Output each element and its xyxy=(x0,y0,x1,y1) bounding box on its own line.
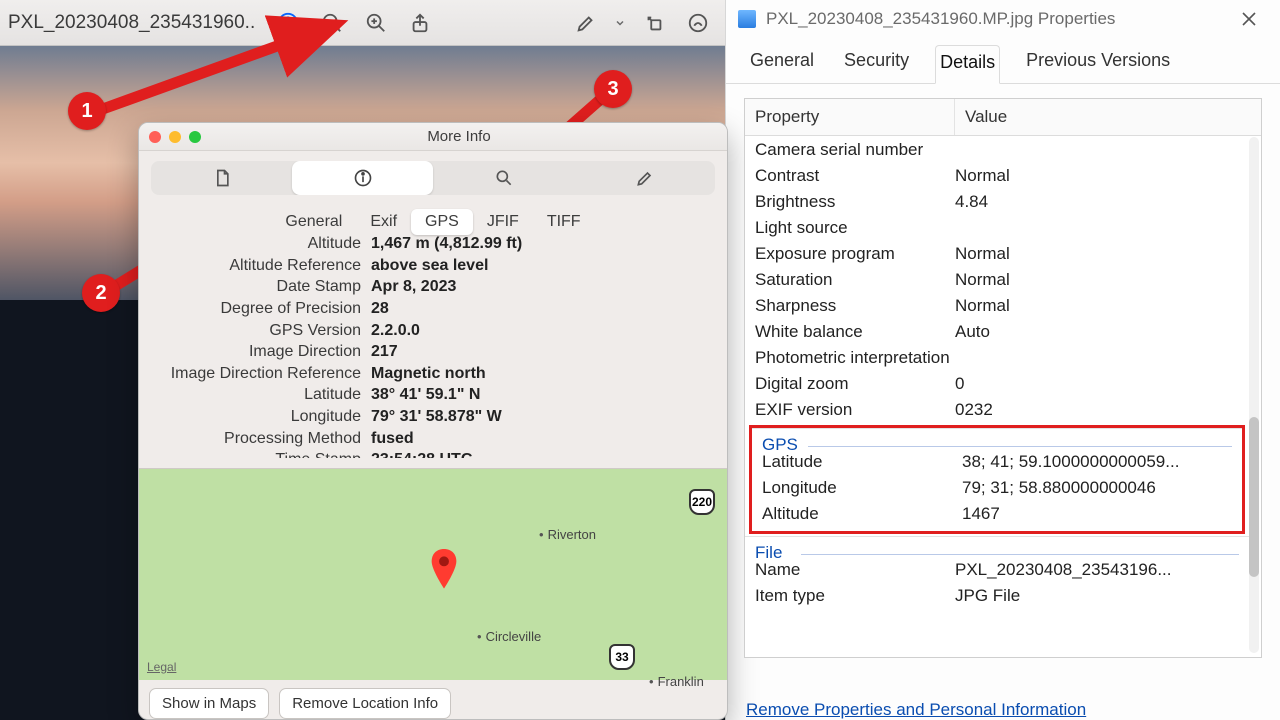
table-row[interactable]: SharpnessNormal xyxy=(745,293,1249,319)
annotation-badge-1: 1 xyxy=(68,92,106,130)
col-property[interactable]: Property xyxy=(745,99,955,135)
tab-details[interactable]: Details xyxy=(935,45,1000,84)
tab-exif[interactable]: Exif xyxy=(356,209,411,235)
info-segmented-control[interactable] xyxy=(151,161,715,195)
table-row[interactable]: Digital zoom0 xyxy=(745,371,1249,397)
seg-info-icon[interactable] xyxy=(292,161,433,195)
table-row[interactable]: Brightness4.84 xyxy=(745,189,1249,215)
table-row[interactable]: SaturationNormal xyxy=(745,267,1249,293)
scrollbar-thumb[interactable] xyxy=(1249,417,1259,577)
tab-security[interactable]: Security xyxy=(840,44,913,83)
scrollbar[interactable] xyxy=(1249,137,1259,653)
table-row[interactable]: White balanceAuto xyxy=(745,319,1249,345)
maximize-icon[interactable] xyxy=(189,131,201,143)
share-icon[interactable] xyxy=(401,6,439,40)
more-info-window: More Info General Exif GPS JFIF TIFF Alt… xyxy=(138,122,728,720)
map-place-riverton: Riverton xyxy=(539,527,596,542)
details-table: Property Value Camera serial numberContr… xyxy=(744,98,1262,658)
col-value[interactable]: Value xyxy=(955,99,1017,135)
seg-search-icon[interactable] xyxy=(433,161,574,195)
seg-edit-icon[interactable] xyxy=(574,161,715,195)
close-icon[interactable] xyxy=(1230,4,1268,34)
tab-tiff[interactable]: TIFF xyxy=(533,209,595,235)
table-row[interactable]: Light source xyxy=(745,215,1249,241)
route-shield-33: 33 xyxy=(609,644,635,670)
table-row[interactable]: Exposure programNormal xyxy=(745,241,1249,267)
table-row[interactable]: NamePXL_20230408_23543196... xyxy=(745,557,1249,583)
dialog-title: PXL_20230408_235431960.MP.jpg Properties xyxy=(766,9,1115,29)
metadata-tabs[interactable]: General Exif GPS JFIF TIFF xyxy=(139,209,727,235)
table-row[interactable]: Photometric interpretation xyxy=(745,345,1249,371)
map-place-circleville: Circleville xyxy=(477,629,541,644)
remove-properties-link[interactable]: Remove Properties and Personal Informati… xyxy=(726,692,1280,720)
chevron-down-icon[interactable] xyxy=(611,17,629,29)
window-title: More Info xyxy=(427,128,490,145)
tab-general[interactable]: General xyxy=(746,44,818,83)
minimize-icon[interactable] xyxy=(169,131,181,143)
location-map[interactable]: Riverton Circleville Franklin 220 33 Leg… xyxy=(139,468,727,680)
route-shield-220: 220 xyxy=(689,489,715,515)
gps-properties: Altitude1,467 m (4,812.99 ft) Altitude R… xyxy=(139,235,727,457)
table-row[interactable]: Altitude1467 xyxy=(752,501,1242,527)
tab-gps[interactable]: GPS xyxy=(411,209,473,235)
table-row[interactable]: EXIF version0232 xyxy=(745,397,1249,423)
tab-general[interactable]: General xyxy=(271,209,356,235)
properties-tabs[interactable]: General Security Details Previous Versio… xyxy=(726,38,1280,84)
map-legal-link[interactable]: Legal xyxy=(147,660,176,674)
tab-jfif[interactable]: JFIF xyxy=(473,209,533,235)
preview-toolbar: PXL_20230408_235431960.. xyxy=(0,0,725,46)
markup-icon[interactable] xyxy=(567,6,605,40)
gps-section-highlighted: GPS Latitude38; 41; 59.1000000000059...L… xyxy=(749,425,1245,534)
window-controls[interactable] xyxy=(149,131,201,143)
annotation-badge-3: 3 xyxy=(594,70,632,108)
rotate-icon[interactable] xyxy=(635,6,673,40)
remove-location-button[interactable]: Remove Location Info xyxy=(279,688,451,719)
document-title: PXL_20230408_235431960.. xyxy=(8,12,263,34)
show-in-maps-button[interactable]: Show in Maps xyxy=(149,688,269,719)
table-row[interactable]: Item typeJPG File xyxy=(745,583,1249,609)
table-row[interactable]: ContrastNormal xyxy=(745,163,1249,189)
table-row[interactable]: Camera serial number xyxy=(745,137,1249,163)
table-row[interactable]: Longitude79; 31; 58.880000000046 xyxy=(752,475,1242,501)
tab-previous-versions[interactable]: Previous Versions xyxy=(1022,44,1174,83)
zoom-in-icon[interactable] xyxy=(357,6,395,40)
close-icon[interactable] xyxy=(149,131,161,143)
info-icon[interactable] xyxy=(269,6,307,40)
annotate-icon[interactable] xyxy=(679,6,717,40)
zoom-out-icon[interactable] xyxy=(313,6,351,40)
table-row[interactable]: Latitude38; 41; 59.1000000000059... xyxy=(752,449,1242,475)
map-pin-icon xyxy=(429,549,459,596)
seg-document-icon[interactable] xyxy=(151,161,292,195)
section-file: File xyxy=(745,536,1249,557)
map-place-franklin: Franklin xyxy=(649,674,704,689)
windows-properties-dialog: PXL_20230408_235431960.MP.jpg Properties… xyxy=(725,0,1280,720)
section-gps: GPS xyxy=(752,428,1242,449)
annotation-badge-2: 2 xyxy=(82,274,120,312)
file-type-icon xyxy=(738,10,756,28)
